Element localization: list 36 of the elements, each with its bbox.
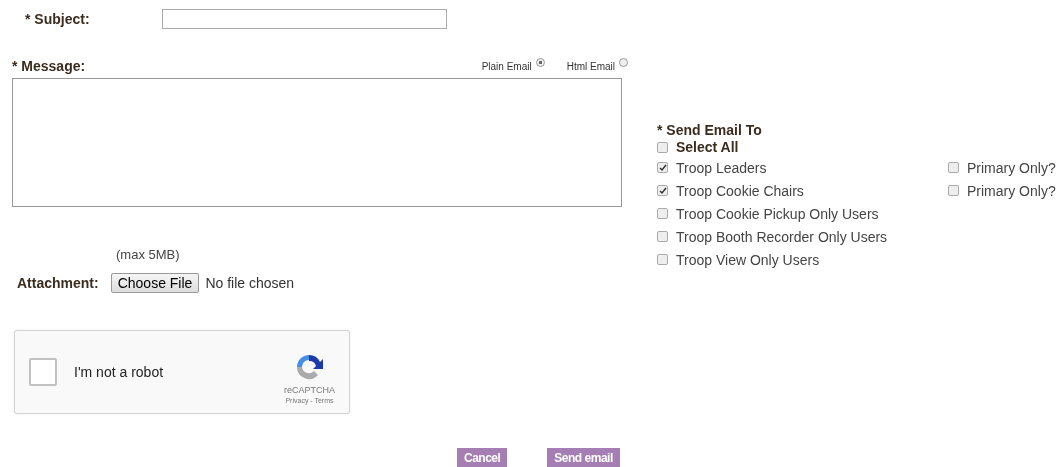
captcha-checkbox[interactable] bbox=[29, 358, 57, 386]
choose-file-button[interactable]: Choose File bbox=[110, 273, 200, 293]
subject-field[interactable] bbox=[161, 9, 447, 29]
subject-label: * Subject: bbox=[25, 11, 90, 27]
check-icon bbox=[658, 163, 667, 172]
format-label: Plain Email bbox=[481, 60, 532, 72]
recipient-checkbox[interactable] bbox=[657, 254, 668, 265]
recipient-checkbox[interactable] bbox=[657, 231, 668, 242]
recipient-checkbox[interactable] bbox=[657, 208, 668, 219]
primary-only-checkbox[interactable] bbox=[948, 185, 959, 196]
captcha-label: I'm not a robot bbox=[74, 364, 164, 380]
message-label: * Message: bbox=[12, 58, 86, 74]
recipient-label: Troop Cookie Chairs bbox=[676, 182, 805, 199]
primary-only-checkbox[interactable] bbox=[948, 162, 959, 173]
recipient-label: Troop Leaders bbox=[676, 159, 768, 176]
recipient-label: Troop Cookie Pickup Only Users bbox=[676, 205, 880, 222]
recipient-checkbox[interactable] bbox=[657, 185, 668, 196]
recipient-label: Troop View Only Users bbox=[676, 251, 821, 268]
select-all-checkbox[interactable] bbox=[657, 141, 668, 153]
format-radio[interactable] bbox=[535, 57, 545, 67]
format-radio[interactable] bbox=[619, 57, 628, 67]
send-button[interactable]: Send email bbox=[547, 448, 620, 467]
format-label: Html Email bbox=[566, 60, 615, 72]
file-status: No file chosen bbox=[205, 275, 295, 291]
recaptcha-brand: reCAPTCHA bbox=[284, 384, 335, 395]
cancel-button[interactable]: Cancel bbox=[457, 448, 508, 467]
recipient-checkbox[interactable] bbox=[657, 162, 668, 173]
select-all-label: Select All bbox=[676, 139, 739, 155]
primary-only-label: Primary Only? bbox=[967, 159, 1056, 176]
recipient-label: Troop Booth Recorder Only Users bbox=[676, 228, 889, 245]
attachment-label: Attachment: bbox=[17, 275, 99, 291]
primary-only-label: Primary Only? bbox=[967, 182, 1056, 199]
size-hint: (max 5MB) bbox=[116, 247, 180, 262]
send-to-title: * Send Email To bbox=[657, 123, 763, 138]
check-icon bbox=[658, 186, 667, 195]
message-field[interactable] bbox=[12, 78, 622, 207]
